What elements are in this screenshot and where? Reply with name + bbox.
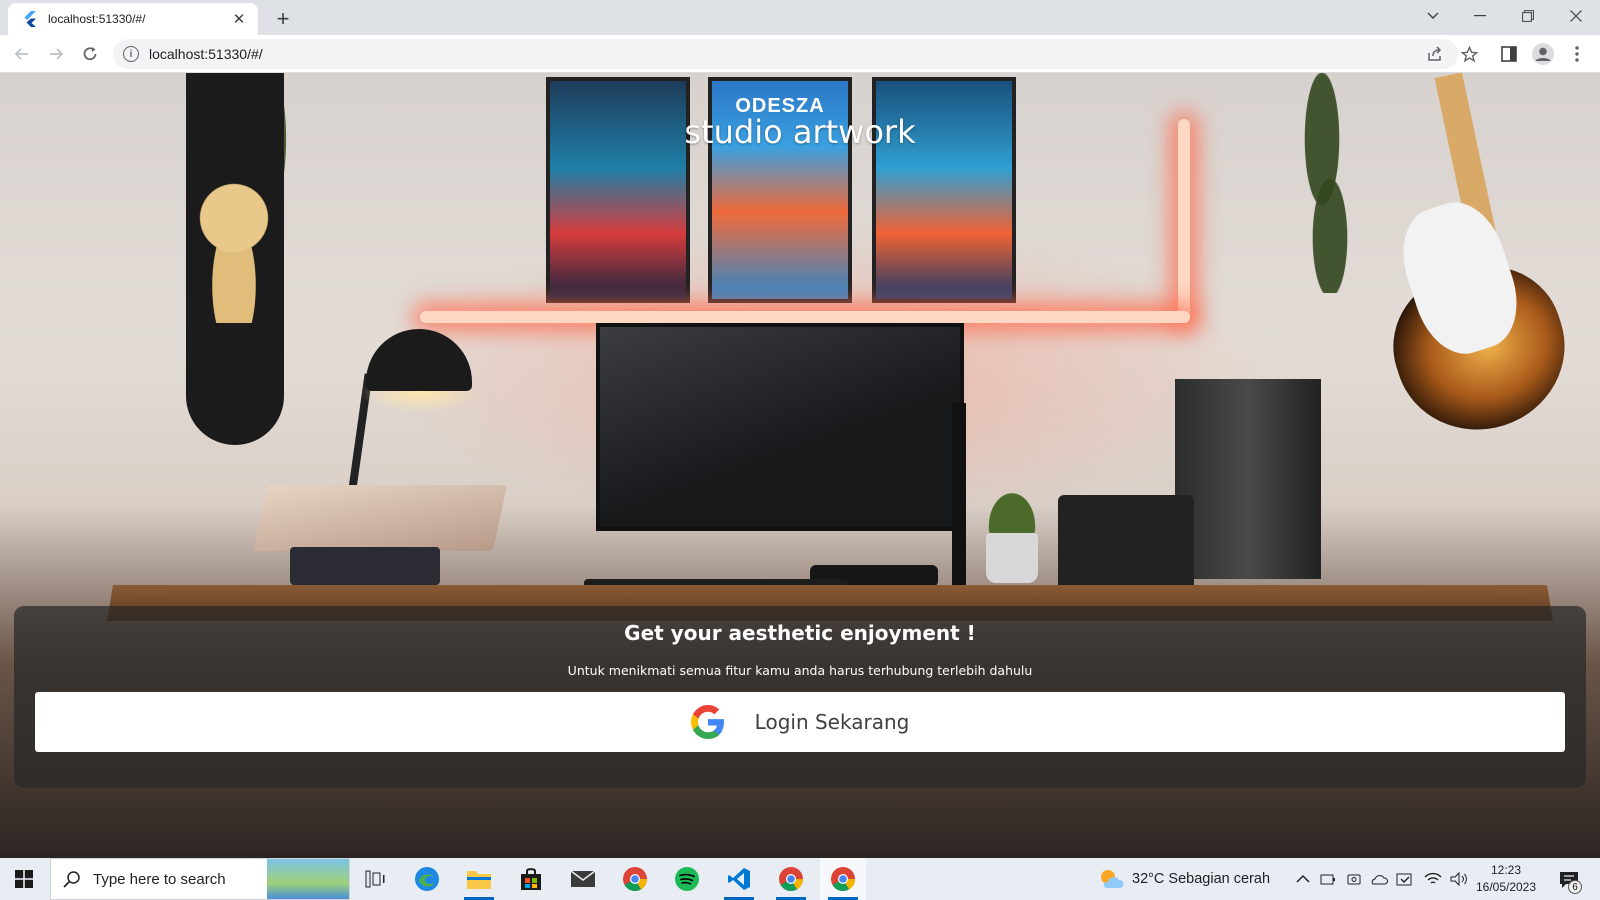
chrome-icon	[831, 867, 855, 892]
neon-light	[420, 311, 1190, 323]
taskbar-edge[interactable]	[404, 858, 450, 900]
page-title: studio artwork	[684, 113, 916, 151]
plant-pot	[986, 533, 1038, 583]
login-panel: Get your aesthetic enjoyment ! Untuk men…	[14, 606, 1586, 788]
side-panel-icon[interactable]	[1497, 42, 1521, 66]
close-window-button[interactable]	[1553, 0, 1599, 32]
google-icon	[690, 705, 725, 739]
flutter-icon	[22, 11, 38, 27]
tab-title: localhost:51330/#/	[48, 12, 146, 26]
poster	[546, 77, 690, 303]
onedrive-icon[interactable]	[1370, 871, 1388, 887]
reload-icon[interactable]	[76, 40, 104, 68]
minimize-button[interactable]	[1457, 0, 1503, 32]
bookmark-star-icon[interactable]	[1457, 42, 1481, 66]
new-tab-button[interactable]: +	[270, 6, 296, 32]
forward-arrow-icon[interactable]	[42, 40, 70, 68]
potted-plant	[976, 475, 1048, 539]
poster	[872, 77, 1016, 303]
tab-search-icon[interactable]	[1410, 0, 1456, 32]
bear-graphic	[196, 173, 272, 323]
chevron-up-icon[interactable]	[1296, 874, 1310, 884]
taskbar-store[interactable]	[508, 858, 554, 900]
share-icon[interactable]	[1423, 42, 1447, 66]
login-headline: Get your aesthetic enjoyment !	[624, 621, 976, 645]
laptop-stand	[290, 547, 440, 585]
hanging-plant	[1282, 73, 1362, 293]
login-button-label: Login Sekarang	[754, 710, 910, 734]
search-highlight-image	[267, 859, 349, 899]
taskbar-spotify[interactable]	[664, 858, 710, 900]
clock-time: 12:23	[1490, 863, 1522, 877]
task-view-button[interactable]	[352, 858, 398, 900]
pc-case	[1175, 379, 1321, 579]
folder-icon	[467, 871, 491, 889]
monitor-arm	[952, 403, 966, 603]
menu-kebab-icon[interactable]	[1565, 42, 1589, 66]
taskbar-search-box[interactable]: Type here to search	[50, 858, 350, 900]
taskbar-chrome[interactable]	[612, 858, 658, 900]
poster: ODESZA	[708, 77, 852, 303]
start-button[interactable]	[0, 858, 48, 900]
windows-taskbar: Type here to search 32°C Sebagian cerah	[0, 858, 1600, 900]
battery-saver-icon[interactable]	[1320, 871, 1336, 887]
vscode-icon	[728, 868, 750, 890]
store-icon	[521, 868, 541, 890]
tablet	[1058, 495, 1194, 595]
login-subtitle: Untuk menikmati semua fitur kamu anda ha…	[567, 663, 1033, 678]
taskbar-mail[interactable]	[560, 858, 606, 900]
address-url: localhost:51330/#/	[149, 46, 263, 62]
notification-center-button[interactable]: 6	[1554, 866, 1584, 894]
edge-icon	[415, 867, 439, 891]
notification-count-badge: 6	[1568, 880, 1582, 894]
browser-tab[interactable]: localhost:51330/#/ ✕	[8, 3, 258, 35]
tab-close-icon[interactable]: ✕	[230, 10, 248, 28]
weather-sun-cloud-icon	[1101, 870, 1124, 888]
wifi-icon[interactable]	[1424, 872, 1442, 886]
system-tray	[1296, 858, 1468, 900]
google-login-button[interactable]: Login Sekarang	[35, 692, 1565, 752]
taskbar-file-explorer[interactable]	[456, 858, 502, 900]
taskbar-vscode[interactable]	[716, 858, 762, 900]
browser-tab-bar: localhost:51330/#/ ✕ +	[0, 0, 1600, 35]
browser-toolbar: i localhost:51330/#/	[0, 35, 1600, 73]
task-view-icon	[365, 870, 385, 888]
address-bar[interactable]: i localhost:51330/#/	[113, 39, 1458, 69]
profile-avatar-icon[interactable]	[1531, 42, 1555, 66]
laptop	[252, 485, 508, 551]
clock-date: 16/05/2023	[1475, 880, 1537, 894]
back-arrow-icon[interactable]	[8, 40, 36, 68]
taskbar-chrome[interactable]	[820, 858, 866, 900]
restore-button[interactable]	[1505, 0, 1551, 32]
spotify-icon	[675, 867, 699, 891]
monitor	[596, 323, 964, 531]
taskbar-chrome[interactable]	[768, 858, 814, 900]
windows-logo-icon	[15, 870, 33, 888]
system-clock[interactable]: 12:23 16/05/2023	[1466, 862, 1546, 896]
security-icon[interactable]	[1396, 871, 1414, 887]
weather-text: 32°C Sebagian cerah	[1132, 871, 1271, 887]
search-icon	[63, 871, 80, 888]
chrome-icon	[779, 867, 803, 892]
chrome-icon	[623, 867, 647, 892]
search-placeholder: Type here to search	[93, 870, 226, 888]
site-info-icon[interactable]: i	[123, 46, 139, 62]
meet-icon[interactable]	[1346, 871, 1362, 887]
weather-widget[interactable]: 32°C Sebagian cerah	[1098, 858, 1270, 900]
web-page: ODESZA studio artwork Get your aesthetic…	[0, 73, 1600, 858]
mail-icon	[570, 870, 596, 887]
